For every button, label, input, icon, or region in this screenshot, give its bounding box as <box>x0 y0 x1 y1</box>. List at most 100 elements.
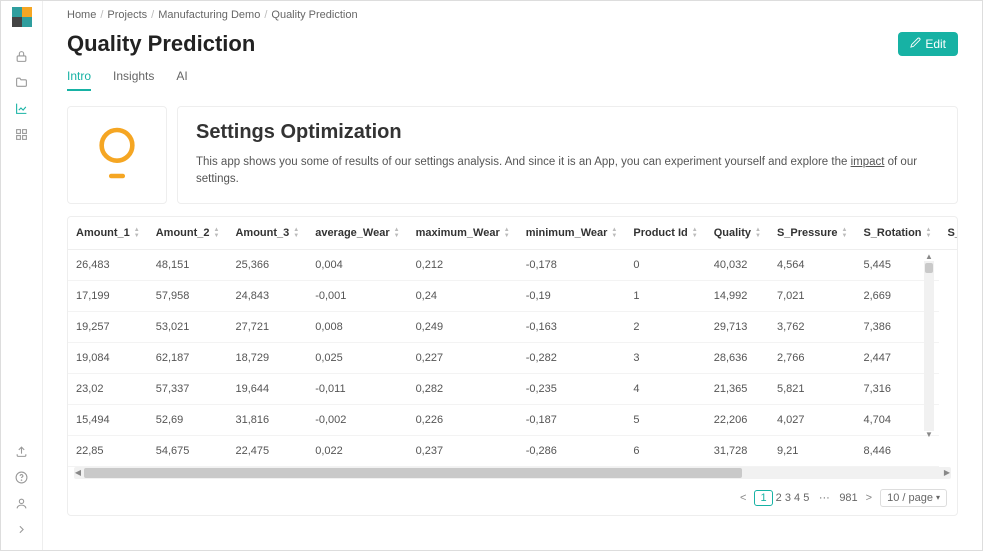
table-cell: 27,721 <box>227 311 307 342</box>
column-header[interactable]: Amount_1▲▼ <box>68 217 148 250</box>
lock[interactable] <box>15 45 28 71</box>
edit-button-label: Edit <box>925 37 946 51</box>
sort-icon[interactable]: ▲▼ <box>611 227 617 239</box>
sort-icon[interactable]: ▲▼ <box>293 227 299 239</box>
chart[interactable] <box>15 97 28 123</box>
column-header[interactable]: Product Id▲▼ <box>625 217 705 250</box>
table-cell: 6 <box>625 435 705 466</box>
edit-button[interactable]: Edit <box>898 32 958 56</box>
export-icon <box>15 445 28 461</box>
table-cell: -0,002 <box>307 404 407 435</box>
table-cell: 31,816 <box>227 404 307 435</box>
sort-icon[interactable]: ▲▼ <box>692 227 698 239</box>
pagination-page[interactable]: 4 <box>794 492 800 504</box>
intro-card: Settings Optimization This app shows you… <box>177 106 958 204</box>
table-cell: -0,187 <box>518 404 626 435</box>
column-header[interactable]: S_Pressure▲▼ <box>769 217 856 250</box>
pagination-page[interactable]: 1 <box>754 490 772 506</box>
pagination-page[interactable]: 5 <box>803 492 809 504</box>
lightbulb-icon <box>94 122 140 187</box>
table-cell: 25,366 <box>227 249 307 280</box>
user-icon <box>15 497 28 513</box>
scroll-right-arrow[interactable]: ▶ <box>941 467 953 479</box>
scroll-thumb[interactable] <box>84 468 742 478</box>
column-header[interactable]: S_Rotation▲▼ <box>855 217 939 250</box>
lock-icon <box>15 50 28 66</box>
table-row[interactable]: 23,0257,33719,644-0,0110,282-0,235421,36… <box>68 373 957 404</box>
pagination-page[interactable]: 2 <box>776 492 782 504</box>
column-header[interactable]: Amount_2▲▼ <box>148 217 228 250</box>
breadcrumb-item[interactable]: Projects <box>107 9 147 21</box>
table-cell: 5 <box>625 404 705 435</box>
export[interactable] <box>1 440 42 466</box>
scroll-up-arrow[interactable]: ▲ <box>924 253 934 261</box>
table-row[interactable]: 17,19957,95824,843-0,0010,24-0,19114,992… <box>68 280 957 311</box>
table-cell: 24,843 <box>227 280 307 311</box>
table-cell: 0,249 <box>408 311 518 342</box>
sort-icon[interactable]: ▲▼ <box>394 227 400 239</box>
pencil-icon <box>910 37 921 51</box>
sort-icon[interactable]: ▲▼ <box>214 227 220 239</box>
page-size-select[interactable]: 10 / page ▾ <box>880 489 947 507</box>
intro-icon-card <box>67 106 167 204</box>
app-logo[interactable] <box>12 7 32 27</box>
sort-icon[interactable]: ▲▼ <box>504 227 510 239</box>
column-header[interactable]: minimum_Wear▲▼ <box>518 217 626 250</box>
table-cell: 15,494 <box>68 404 148 435</box>
sort-icon[interactable]: ▲▼ <box>842 227 848 239</box>
tab-insights[interactable]: Insights <box>113 69 154 91</box>
table-cell: 22,85 <box>68 435 148 466</box>
sort-icon[interactable]: ▲▼ <box>134 227 140 239</box>
table-cell: -0,19 <box>518 280 626 311</box>
table-cell: 0,212 <box>408 249 518 280</box>
tab-intro[interactable]: Intro <box>67 69 91 91</box>
table-row[interactable]: 22,8554,67522,4750,0220,237-0,286631,728… <box>68 435 957 466</box>
column-header[interactable]: S_▲▼ <box>939 217 957 250</box>
user[interactable] <box>1 492 42 518</box>
table-cell: 0,025 <box>307 342 407 373</box>
table-cell: 0,004 <box>307 249 407 280</box>
table-cell: -0,286 <box>518 435 626 466</box>
table-cell: 0,227 <box>408 342 518 373</box>
pagination-page[interactable]: 3 <box>785 492 791 504</box>
grid[interactable] <box>15 123 28 149</box>
grid-icon <box>15 128 28 144</box>
table-cell: 21,365 <box>706 373 769 404</box>
table-row[interactable]: 19,08462,18718,7290,0250,227-0,282328,63… <box>68 342 957 373</box>
chevron-right-icon <box>15 523 28 539</box>
breadcrumb-item[interactable]: Manufacturing Demo <box>158 9 260 21</box>
column-header[interactable]: Quality▲▼ <box>706 217 769 250</box>
pagination-last[interactable]: 981 <box>839 492 857 504</box>
table-cell: 14,992 <box>706 280 769 311</box>
column-header[interactable]: maximum_Wear▲▼ <box>408 217 518 250</box>
table-cell: 4,027 <box>769 404 856 435</box>
table-row[interactable]: 26,48348,15125,3660,0040,212-0,178040,03… <box>68 249 957 280</box>
scroll-down-arrow[interactable]: ▼ <box>924 431 934 439</box>
column-header[interactable]: Amount_3▲▼ <box>227 217 307 250</box>
horizontal-scrollbar[interactable]: ◀ ▶ <box>74 467 951 479</box>
table-cell: 0,022 <box>307 435 407 466</box>
next-page[interactable]: > <box>866 492 872 504</box>
intro-text: This app shows you some of results of ou… <box>196 154 939 189</box>
table-row[interactable]: 15,49452,6931,816-0,0020,226-0,187522,20… <box>68 404 957 435</box>
table-cell: 0,237 <box>408 435 518 466</box>
chevron-right[interactable] <box>1 518 42 544</box>
help[interactable] <box>1 466 42 492</box>
table-cell: 18,729 <box>227 342 307 373</box>
table-row[interactable]: 19,25753,02127,7210,0080,249-0,163229,71… <box>68 311 957 342</box>
table-cell: 7,021 <box>769 280 856 311</box>
tab-ai[interactable]: AI <box>176 69 187 91</box>
folder[interactable] <box>15 71 28 97</box>
breadcrumb-item[interactable]: Home <box>67 9 96 21</box>
sort-icon[interactable]: ▲▼ <box>926 227 932 239</box>
tabs: Intro Insights AI <box>67 69 958 92</box>
vertical-scrollbar[interactable]: ▲ ▼ <box>924 253 934 443</box>
sort-icon[interactable]: ▲▼ <box>755 227 761 239</box>
table-cell: 48,151 <box>148 249 228 280</box>
table-cell: 19,084 <box>68 342 148 373</box>
prev-page[interactable]: < <box>740 492 746 504</box>
vscroll-thumb[interactable] <box>925 263 933 273</box>
column-header[interactable]: average_Wear▲▼ <box>307 217 407 250</box>
table-cell: -0,001 <box>307 280 407 311</box>
scroll-left-arrow[interactable]: ◀ <box>72 467 84 479</box>
